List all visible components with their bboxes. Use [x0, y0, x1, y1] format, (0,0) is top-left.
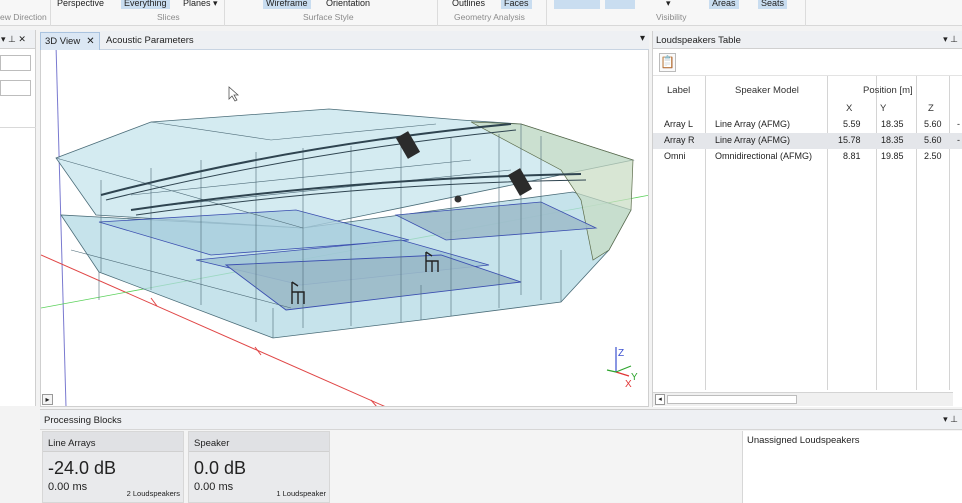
ribbon-separator [805, 0, 806, 26]
loudspeakers-table-panel: Loudspeakers Table ▾ ⊥ 📋 Label Speaker M… [652, 31, 962, 407]
cell-model: Omnidirectional (AFMG) [715, 151, 813, 161]
areas-button[interactable]: Areas [709, 0, 739, 9]
block-gain: -24.0 dB [48, 458, 117, 478]
horizontal-scrollbar[interactable]: ◂ [653, 392, 953, 406]
wireframe-button[interactable]: Wireframe [263, 0, 311, 9]
cell-y: 19.85 [881, 151, 904, 161]
ribbon-separator [546, 0, 547, 26]
seats-button[interactable]: Seats [758, 0, 788, 9]
cell-z: 2.50 [924, 151, 942, 161]
group-label-surface-style: Surface Style [303, 12, 354, 22]
scrollbar-thumb[interactable] [667, 395, 797, 404]
cell-label: Array L [664, 119, 694, 129]
column-header-speaker-model[interactable]: Speaker Model [735, 85, 799, 96]
column-header-label[interactable]: Label [667, 85, 690, 96]
block-name: Speaker [194, 438, 230, 449]
tab-3d-view[interactable]: 3D View ✕ [40, 32, 100, 50]
ribbon-separator [437, 0, 438, 26]
processing-block-speaker[interactable]: Speaker 0.0 dB 0.00 ms 1 Loudspeaker [188, 431, 330, 503]
loudspeakers-table-toolbar: 📋 [653, 49, 962, 76]
cell-y: 18.35 [881, 135, 904, 145]
column-header-x[interactable]: X [846, 103, 852, 114]
orientation-button[interactable]: Orientation [323, 0, 373, 9]
cell-x: 8.81 [843, 151, 861, 161]
left-panel-field-1[interactable] [0, 55, 31, 71]
select-tool-button[interactable]: ▸ [42, 394, 53, 405]
processing-blocks-header: Processing Blocks ▾ ⊥ [40, 410, 962, 430]
cell-model: Line Array (AFMG) [715, 135, 791, 145]
loudspeakers-table-title: Loudspeakers Table [656, 35, 741, 46]
perspective-button[interactable]: Perspective [54, 0, 107, 9]
group-label-slices: Slices [157, 12, 180, 22]
room-model-wireframe: Z Y X [41, 50, 648, 406]
omni-speaker-marker[interactable] [454, 195, 462, 203]
planes-dropdown[interactable]: Planes ▾ [180, 0, 221, 9]
tab-acoustic-parameters[interactable]: Acoustic Parameters [102, 32, 198, 50]
group-label-view-direction: ew Direction [0, 12, 47, 22]
cell-model: Line Array (AFMG) [715, 119, 791, 129]
block-gain: 0.0 dB [194, 458, 247, 478]
table-row[interactable]: Omni Omnidirectional (AFMG) 8.81 19.85 2… [653, 149, 962, 165]
blank-toggle-button[interactable] [554, 0, 600, 9]
column-header-z[interactable]: Z [928, 103, 934, 114]
ribbon-separator [50, 0, 51, 26]
mouse-cursor-icon [228, 86, 240, 102]
tab-acoustic-parameters-label: Acoustic Parameters [106, 35, 194, 46]
cell-z: 5.60 [924, 119, 942, 129]
table-row[interactable]: Array R Line Array (AFMG) 15.78 18.35 5.… [653, 133, 962, 149]
visibility-dropdown[interactable]: ▾ [663, 0, 674, 9]
document-tab-strip: 3D View ✕ Acoustic Parameters ▾ [40, 31, 649, 50]
left-panel-header: ▾ ⊥ ✕ [0, 30, 35, 49]
cell-x: 15.78 [838, 135, 861, 145]
panel-pin-controls[interactable]: ▾ ⊥ [943, 414, 958, 425]
block-loudspeaker-count: 1 Loudspeaker [276, 489, 326, 498]
axis-label-x: X [625, 379, 632, 390]
ribbon-separator [224, 0, 225, 26]
block-name: Line Arrays [48, 438, 96, 449]
cell-label: Array R [664, 135, 695, 145]
group-label-visibility: Visibility [656, 12, 687, 22]
close-icon[interactable]: ✕ [86, 36, 94, 47]
processing-blocks-title: Processing Blocks [44, 415, 122, 426]
unassigned-loudspeakers-area[interactable]: Unassigned Loudspeakers [742, 431, 962, 503]
cell-x: 5.59 [843, 119, 861, 129]
table-row[interactable]: Array L Line Array (AFMG) 5.59 18.35 5.6… [653, 117, 962, 133]
cell-z: 5.60 [924, 135, 942, 145]
scroll-left-icon[interactable]: ◂ [655, 394, 665, 405]
block-loudspeaker-count: 2 Loudspeakers [126, 489, 180, 498]
outlines-button[interactable]: Outlines [449, 0, 488, 9]
tab-menu-icon[interactable]: ▾ [640, 33, 645, 44]
axis-line-z [55, 50, 67, 406]
3d-viewport[interactable]: Z Y X ▸ [40, 50, 649, 407]
processing-blocks-panel: Processing Blocks ▾ ⊥ Line Arrays -24.0 … [40, 409, 962, 503]
cell-label: Omni [664, 151, 686, 161]
everything-button[interactable]: Everything [121, 0, 170, 9]
column-header-y[interactable]: Y [880, 103, 886, 114]
cell-extra: - [957, 135, 960, 145]
tab-3d-view-label: 3D View [45, 36, 81, 47]
left-side-panel: ▾ ⊥ ✕ [0, 30, 36, 406]
column-header-position[interactable]: Position [m] [863, 85, 913, 96]
cell-extra: - [957, 119, 960, 129]
panel-pin-controls[interactable]: ▾ ⊥ [943, 34, 958, 45]
left-panel-field-2[interactable] [0, 80, 31, 96]
faces-button[interactable]: Faces [501, 0, 532, 9]
left-panel-controls[interactable]: ▾ ⊥ ✕ [1, 34, 26, 45]
block-delay: 0.00 ms [194, 481, 234, 493]
processing-block-line-arrays[interactable]: Line Arrays -24.0 dB 0.00 ms 2 Loudspeak… [42, 431, 184, 503]
blank-toggle-button-2[interactable] [605, 0, 635, 9]
unassigned-loudspeakers-label: Unassigned Loudspeakers [747, 435, 860, 446]
cell-y: 18.35 [881, 119, 904, 129]
axis-label-z: Z [618, 348, 624, 359]
axis-label-y: Y [631, 372, 638, 383]
clipboard-icon[interactable]: 📋 [659, 53, 676, 72]
left-panel-divider [0, 127, 36, 128]
group-label-geometry-analysis: Geometry Analysis [454, 12, 525, 22]
loudspeakers-table-header: Loudspeakers Table ▾ ⊥ [653, 31, 962, 49]
block-delay: 0.00 ms [48, 481, 88, 493]
ribbon-toolbar: Perspective Everything Planes ▾ Wirefram… [0, 0, 962, 26]
